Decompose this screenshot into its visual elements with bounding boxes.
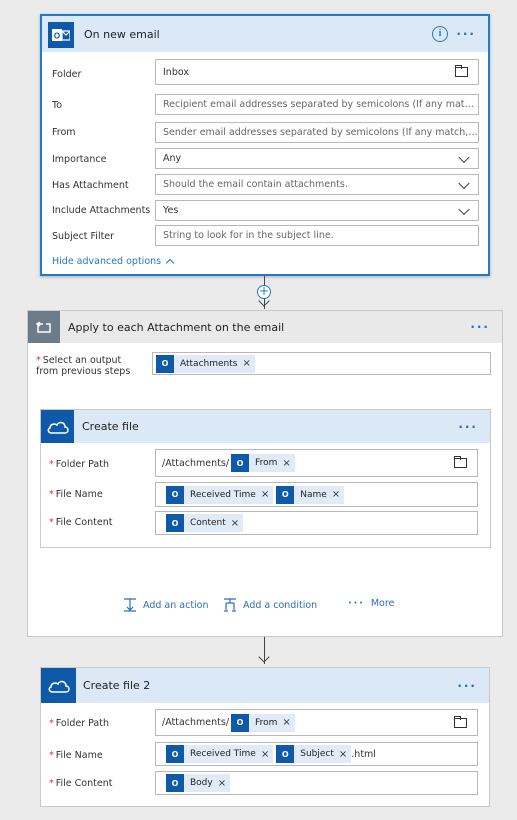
file-content-label: * File Content	[49, 517, 113, 528]
onedrive-icon	[41, 668, 76, 703]
chevron-down-icon	[458, 203, 470, 215]
more-button[interactable]: ··· More	[348, 598, 394, 609]
remove-token-icon[interactable]: ×	[218, 778, 226, 789]
select-output-input[interactable]: O Attachments ×	[152, 352, 491, 375]
create-file-2-card: Create file 2 ··· * Folder Path /Attachme…	[40, 667, 490, 807]
outlook-icon: O	[166, 485, 184, 504]
create-file-2-header[interactable]: Create file 2 ···	[41, 668, 489, 703]
chevron-down-icon	[458, 151, 470, 163]
add-action-icon	[124, 598, 136, 612]
remove-token-icon[interactable]: ×	[261, 749, 269, 760]
from-token[interactable]: O From ×	[231, 713, 295, 732]
folder-path-label: * Folder Path	[49, 459, 109, 470]
add-condition-button[interactable]: Add a condition	[223, 598, 317, 612]
has-attachment-label: Has Attachment	[52, 180, 129, 191]
create-file-more-menu-icon[interactable]: ···	[458, 420, 478, 434]
outlook-icon: O	[166, 774, 184, 792]
subject-filter-input[interactable]: String to look for in the subject line.	[155, 225, 479, 246]
file-name-input[interactable]: O Received Time × O Name ×	[155, 482, 478, 507]
select-output-label: * Select an output from previous steps	[36, 355, 131, 377]
folder-picker-icon[interactable]	[454, 715, 467, 728]
add-condition-icon	[224, 598, 236, 612]
loop-more-menu-icon[interactable]: ···	[470, 320, 490, 334]
outlook-icon: O	[231, 454, 250, 472]
apply-to-each-header[interactable]: Apply to each Attachment on the email ··…	[28, 311, 502, 343]
importance-select[interactable]: Any	[155, 148, 479, 169]
svg-text:O: O	[54, 32, 60, 41]
trigger-more-menu-icon[interactable]: ···	[456, 27, 476, 41]
name-token[interactable]: O Name ×	[276, 485, 345, 504]
apply-to-each-title: Apply to each Attachment on the email	[68, 320, 285, 334]
file-extension-text: .html	[351, 748, 376, 760]
folder-picker-icon[interactable]	[455, 65, 468, 77]
create-file-title: Create file	[82, 420, 139, 433]
chevron-down-icon	[458, 177, 470, 189]
trigger-header[interactable]: O On new email i ···	[42, 16, 488, 52]
info-icon[interactable]: i	[432, 26, 448, 42]
folder-path-label: * Folder Path	[49, 718, 109, 729]
outlook-icon: O	[48, 22, 74, 48]
from-label: From	[52, 127, 76, 138]
received-time-token[interactable]: O Received Time ×	[166, 485, 274, 504]
trigger-card: O On new email i ··· Folder Inbox To Rec…	[40, 14, 490, 276]
folder-path-input[interactable]: /Attachments/ O From ×	[155, 449, 478, 477]
folder-label: Folder	[52, 69, 82, 80]
create-file-2-title: Create file 2	[83, 679, 151, 692]
to-input[interactable]: Recipient email addresses separated by s…	[155, 94, 479, 115]
subject-token[interactable]: O Subject ×	[276, 745, 352, 763]
from-token[interactable]: O From ×	[231, 454, 295, 472]
trigger-title: On new email	[84, 27, 160, 41]
has-attachment-select[interactable]: Should the email contain attachments.	[155, 174, 479, 195]
importance-label: Importance	[52, 154, 107, 165]
apply-to-each-card: Apply to each Attachment on the email ··…	[27, 310, 503, 637]
attachments-token[interactable]: O Attachments ×	[156, 354, 255, 373]
outlook-icon: O	[276, 485, 295, 504]
file-content-input[interactable]: O Body ×	[155, 771, 478, 795]
hide-advanced-options-link[interactable]: Hide advanced options	[52, 256, 175, 268]
onedrive-icon	[41, 410, 74, 443]
outlook-icon: O	[231, 713, 250, 732]
received-time-token[interactable]: O Received Time ×	[166, 745, 274, 763]
include-attachments-select[interactable]: Yes	[155, 200, 479, 221]
outlook-icon: O	[166, 745, 184, 763]
remove-token-icon[interactable]: ×	[282, 458, 290, 469]
include-attachments-label: Include Attachments	[52, 205, 151, 216]
subject-filter-label: Subject Filter	[52, 231, 115, 242]
remove-token-icon[interactable]: ×	[242, 358, 250, 369]
remove-token-icon[interactable]: ×	[261, 489, 269, 500]
outlook-icon: O	[156, 354, 174, 373]
outlook-icon: O	[166, 514, 184, 532]
ellipsis-icon: ···	[348, 598, 365, 609]
folder-path-input[interactable]: /Attachments/ O From ×	[155, 709, 478, 736]
create-file-2-more-menu-icon[interactable]: ···	[457, 679, 477, 693]
create-file-card: Create file ··· * Folder Path /Attachment…	[40, 409, 491, 548]
loop-icon	[28, 311, 60, 343]
file-name-label: * File Name	[49, 489, 103, 500]
add-action-button[interactable]: Add an action	[123, 598, 209, 612]
file-name-input[interactable]: O Received Time × O Subject × .html	[155, 742, 478, 766]
arrow-down-icon	[258, 651, 270, 663]
remove-token-icon[interactable]: ×	[332, 489, 340, 500]
file-name-label: * File Name	[49, 750, 103, 761]
file-content-label: * File Content	[49, 778, 113, 789]
outlook-icon: O	[276, 745, 295, 763]
remove-token-icon[interactable]: ×	[339, 749, 347, 760]
file-content-input[interactable]: O Content ×	[155, 511, 478, 535]
from-input[interactable]: Sender email addresses separated by semi…	[155, 122, 479, 143]
content-token[interactable]: O Content ×	[166, 514, 244, 532]
body-token[interactable]: O Body ×	[166, 774, 231, 792]
create-file-header[interactable]: Create file ···	[41, 410, 490, 443]
folder-input[interactable]: Inbox	[155, 59, 479, 85]
chevron-up-icon	[165, 258, 175, 268]
remove-token-icon[interactable]: ×	[282, 717, 290, 728]
folder-picker-icon[interactable]	[454, 456, 467, 468]
remove-token-icon[interactable]: ×	[231, 518, 239, 529]
to-label: To	[52, 100, 63, 111]
